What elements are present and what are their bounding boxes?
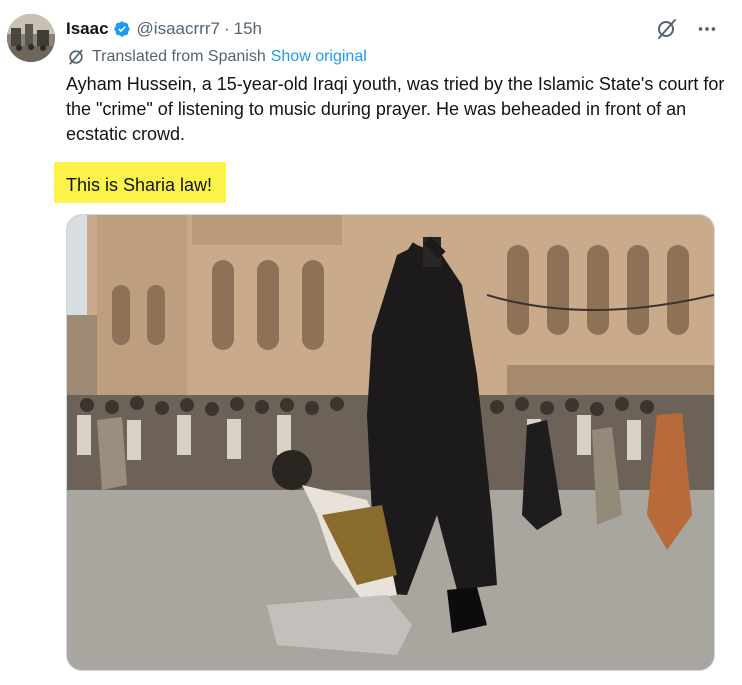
separator-dot: ·: [223, 19, 230, 38]
verified-badge-icon[interactable]: [113, 20, 131, 38]
avatar-image: [7, 14, 55, 62]
tweet-text: Ayham Hussein, a 15-year-old Iraqi youth…: [66, 74, 725, 144]
tweet-header: Isaac @isaacrrr7 · 15h: [66, 17, 262, 41]
translate-icon: [69, 49, 83, 65]
photo: [67, 215, 714, 670]
handle[interactable]: @isaacrrr7: [137, 19, 220, 39]
grok-icon: [658, 19, 676, 39]
tweet-image[interactable]: [66, 214, 715, 671]
more-options-icon: [698, 27, 716, 31]
timestamp[interactable]: 15h: [234, 19, 262, 39]
display-name[interactable]: Isaac: [66, 19, 109, 39]
tweet: Isaac @isaacrrr7 · 15h Translated from S…: [0, 0, 742, 685]
show-original-link[interactable]: Show original: [271, 48, 367, 66]
grok-button[interactable]: [654, 16, 680, 42]
more-options-button[interactable]: [694, 16, 720, 42]
tweet-top-actions: [654, 16, 720, 42]
translation-notice: Translated from Spanish Show original: [66, 47, 367, 67]
translated-label: Translated from Spanish: [92, 48, 266, 65]
avatar[interactable]: [7, 14, 55, 62]
highlighted-text: This is Sharia law!: [66, 175, 213, 195]
